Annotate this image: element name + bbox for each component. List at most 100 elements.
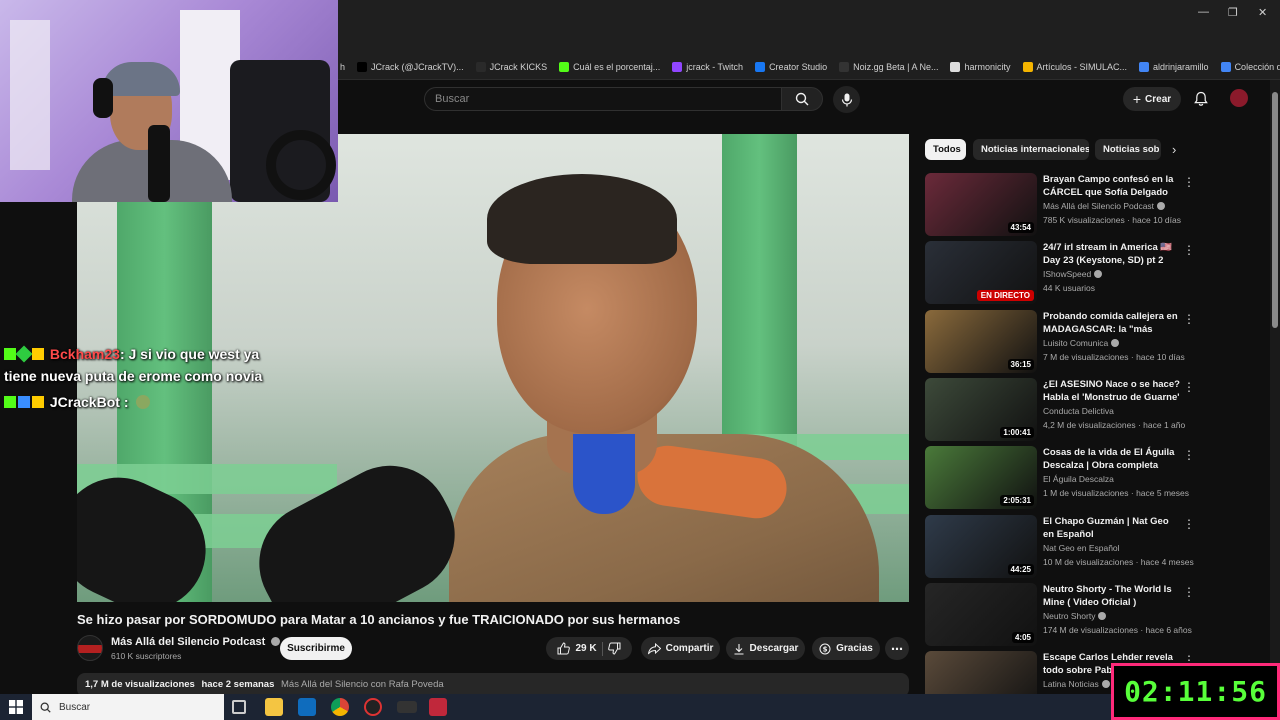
thumbs-down-icon[interactable] — [607, 642, 621, 655]
app-icon[interactable] — [429, 698, 447, 716]
channel-name[interactable]: Más Allá del Silencio Podcast — [111, 636, 281, 648]
recommended-channel[interactable]: Latina Noticias — [1043, 679, 1110, 689]
recommended-video[interactable]: 4:05 Neutro Shorty - The World Is Mine ( … — [925, 583, 1195, 647]
webcam-overlay — [0, 0, 338, 202]
video-thumbnail[interactable]: EN DIRECTO — [925, 241, 1037, 304]
bookmark-item[interactable]: Cuál es el porcentaj... — [553, 61, 666, 72]
more-options-icon[interactable]: ⋮ — [1183, 243, 1195, 257]
subscribe-button[interactable]: Suscribirme — [280, 637, 352, 660]
recommended-video[interactable]: 36:15 Probando comida callejera en MADAGA… — [925, 310, 1195, 374]
scrollbar-thumb[interactable] — [1272, 92, 1278, 328]
share-label: Compartir — [665, 643, 714, 654]
recommended-channel[interactable]: Luisito Comunica — [1043, 338, 1120, 348]
more-options-icon[interactable]: ⋮ — [1183, 312, 1195, 326]
video-duration: 44:25 — [1007, 564, 1034, 575]
more-options-icon[interactable]: ⋮ — [1183, 175, 1195, 189]
file-explorer-icon[interactable] — [265, 698, 283, 716]
video-frame-hair — [487, 174, 677, 264]
close-icon[interactable]: ✕ — [1258, 6, 1267, 19]
search-icon — [795, 92, 809, 106]
app-icon[interactable] — [397, 701, 417, 713]
chip-all[interactable]: Todos — [925, 139, 966, 160]
bookmark-item[interactable]: JCrack KICKS — [470, 61, 554, 72]
task-view-icon[interactable] — [232, 700, 246, 714]
recommended-channel[interactable]: Neutro Shorty — [1043, 611, 1107, 621]
recommended-channel-label: Latina Noticias — [1043, 679, 1099, 689]
bookmark-label: JCrack (@JCrackTV)... — [371, 61, 464, 72]
bookmark-item[interactable]: aldrinjaramillo — [1133, 61, 1215, 72]
recommended-video[interactable]: 44:25 El Chapo Guzmán | Nat Geo en Españo… — [925, 515, 1195, 579]
taskbar-search[interactable]: Buscar — [32, 694, 224, 720]
recommended-video-title[interactable]: Probando comida callejera en MADAGASCAR:… — [1043, 310, 1181, 337]
recommended-video[interactable]: EN DIRECTO 24/7 irl stream in America 🇺🇸 … — [925, 241, 1195, 305]
download-button[interactable]: Descargar — [726, 637, 805, 660]
recommended-channel[interactable]: Conducta Delictiva — [1043, 406, 1114, 416]
recommended-video-title[interactable]: ¿El ASESINO Nace o se hace? Habla el 'Mo… — [1043, 378, 1181, 404]
video-thumbnail[interactable]: 36:15 — [925, 310, 1037, 373]
bookmark-label: h — [340, 61, 346, 72]
recommended-channel[interactable]: El Águila Descalza — [1043, 474, 1114, 484]
recommended-video-title[interactable]: 24/7 irl stream in America 🇺🇸 Day 23 (Ke… — [1043, 241, 1181, 267]
verified-icon — [271, 637, 281, 646]
video-thumbnail[interactable]: 1:00:41 — [925, 378, 1037, 441]
chip-news-about[interactable]: Noticias sob — [1095, 139, 1161, 160]
x-icon — [357, 61, 368, 72]
video-thumbnail[interactable]: 4:05 — [925, 583, 1037, 646]
webcam-cap — [102, 62, 180, 96]
recommended-channel[interactable]: IShowSpeed — [1043, 269, 1103, 279]
recommended-video[interactable]: 43:54 Brayan Campo confesó en la CÁRCEL q… — [925, 173, 1195, 237]
recommended-video-title[interactable]: Cosas de la vida de El Águila Descalza |… — [1043, 446, 1181, 472]
recommended-video[interactable]: 1:00:41 ¿El ASESINO Nace o se hace? Habla… — [925, 378, 1195, 442]
more-options-icon[interactable]: ⋮ — [1183, 517, 1195, 531]
bookmark-item[interactable]: Noiz.gg Beta | A Ne... — [833, 61, 944, 72]
recommended-video-title[interactable]: Brayan Campo confesó en la CÁRCEL que So… — [1043, 173, 1181, 200]
more-options-icon[interactable]: ⋮ — [1183, 585, 1195, 599]
chevron-right-icon[interactable]: › — [1172, 142, 1176, 157]
more-options-icon[interactable]: ⋮ — [1183, 448, 1195, 462]
recommended-video-title[interactable]: Neutro Shorty - The World Is Mine ( Vide… — [1043, 583, 1181, 609]
webcam-shelf — [10, 20, 50, 170]
minimize-icon[interactable]: — — [1198, 6, 1209, 18]
recommended-video-title[interactable]: El Chapo Guzmán | Nat Geo en Español — [1043, 515, 1181, 541]
chrome-icon[interactable] — [331, 698, 349, 716]
share-button[interactable]: Compartir — [641, 637, 720, 660]
recommended-meta: 4,2 M de visualizaciones · hace 1 año — [1043, 420, 1186, 430]
voice-search-button[interactable] — [833, 86, 860, 113]
video-thumbnail[interactable]: 43:54 — [925, 173, 1037, 236]
webcam-headset — [93, 78, 113, 118]
chat-message: tiene nueva puta de erome como novia — [4, 368, 262, 384]
crown-badge-icon — [32, 348, 44, 360]
video-thumbnail[interactable]: 44:25 — [925, 515, 1037, 578]
bookmark-label: harmonicity — [964, 61, 1011, 72]
bookmark-item[interactable]: Creator Studio — [749, 61, 833, 72]
recommended-video[interactable]: 2:05:31 Cosas de la vida de El Águila Des… — [925, 446, 1195, 510]
video-title: Se hizo pasar por SORDOMUDO para Matar a… — [77, 612, 681, 627]
search-input[interactable]: Buscar — [424, 87, 782, 111]
chip-international-news[interactable]: Noticias internacionales — [973, 139, 1089, 160]
restore-icon[interactable]: ❐ — [1228, 6, 1238, 19]
obs-icon[interactable] — [364, 698, 382, 716]
bookmark-item[interactable]: harmonicity — [944, 61, 1016, 72]
microphone-icon — [841, 93, 852, 106]
bookmark-item[interactable]: JCrack (@JCrackTV)... — [351, 61, 470, 72]
recommended-channel[interactable]: Nat Geo en Español — [1043, 543, 1120, 553]
more-actions-button[interactable]: ⋯ — [885, 637, 909, 660]
bookmark-item[interactable]: jcrack - Twitch — [666, 61, 749, 72]
bell-icon[interactable] — [1193, 91, 1209, 107]
like-button[interactable]: 29 K — [557, 642, 597, 655]
recommended-channel[interactable]: Más Allá del Silencio Podcast — [1043, 201, 1166, 211]
windows-start-icon[interactable] — [9, 700, 23, 714]
create-button[interactable]: + Crear — [1123, 87, 1181, 111]
video-thumbnail[interactable]: 2:05:31 — [925, 446, 1037, 509]
more-options-icon[interactable]: ⋮ — [1183, 380, 1195, 394]
recommended-channel-label: Luisito Comunica — [1043, 338, 1109, 348]
bookmark-item[interactable]: Artículos - SIMULAC... — [1017, 61, 1134, 72]
channel-avatar[interactable] — [77, 635, 103, 661]
outlook-icon[interactable] — [298, 698, 316, 716]
account-avatar[interactable] — [1230, 89, 1248, 107]
search-button[interactable] — [781, 87, 823, 111]
thanks-button[interactable]: $ Gracias — [812, 637, 880, 660]
description-preview: Más Allá del Silencio con Rafa Poveda — [281, 679, 444, 690]
bookmark-item[interactable]: Colección de M_blei... — [1215, 61, 1280, 72]
recommended-channel-label: Neutro Shorty — [1043, 611, 1096, 621]
